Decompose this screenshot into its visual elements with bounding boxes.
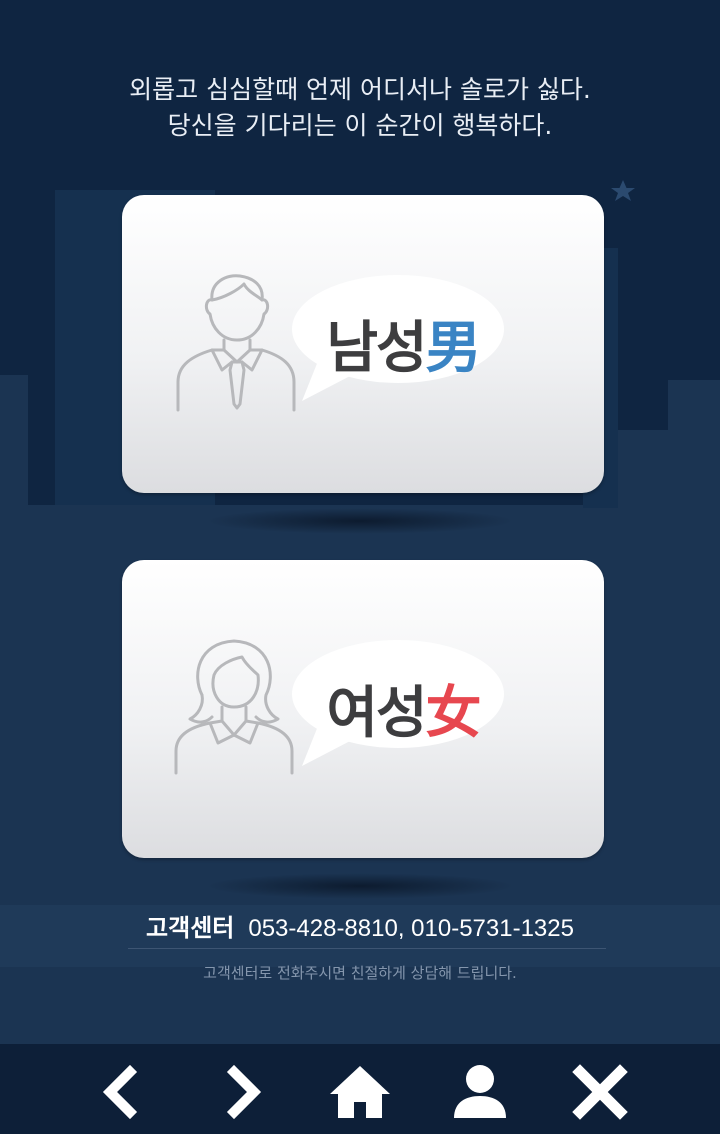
male-label-hanja: 男	[425, 316, 482, 381]
customer-center-label: 고객센터	[146, 915, 235, 942]
male-person-icon	[176, 274, 296, 412]
female-person-icon	[174, 639, 294, 775]
female-select-button[interactable]: 여성女	[122, 560, 604, 858]
customer-center-info: 고객센터 053-428-8810, 010-5731-1325	[0, 908, 720, 943]
tagline-line-2: 당신을 기다리는 이 순간이 행복하다.	[167, 111, 553, 140]
close-button[interactable]	[570, 1062, 630, 1122]
profile-button[interactable]	[450, 1062, 510, 1122]
back-button[interactable]	[92, 1062, 152, 1122]
user-icon	[454, 1065, 506, 1118]
chevron-left-icon	[102, 1064, 138, 1120]
male-label-korean: 남성	[326, 316, 427, 381]
bottom-navigation-bar	[0, 1044, 720, 1134]
female-label-korean: 여성	[326, 681, 427, 746]
male-card-shadow	[205, 508, 515, 534]
home-button[interactable]	[330, 1062, 390, 1122]
female-card-shadow	[205, 873, 515, 899]
male-label: 남성男	[310, 303, 496, 384]
home-icon	[330, 1066, 390, 1118]
customer-center-note: 고객센터로 전화주시면 친절하게 상담해 드립니다.	[203, 964, 517, 982]
tagline-line-1: 외롭고 심심할때 언제 어디서나 솔로가 싫다.	[129, 75, 591, 104]
close-icon	[572, 1064, 628, 1120]
customer-center-phones[interactable]: 053-428-8810, 010-5731-1325	[248, 915, 574, 942]
female-label: 여성女	[310, 668, 496, 749]
divider	[128, 948, 606, 949]
tagline: 외롭고 심심할때 언제 어디서나 솔로가 싫다. 당신을 기다리는 이 순간이 …	[0, 72, 720, 144]
forward-button[interactable]	[212, 1062, 272, 1122]
chevron-right-icon	[226, 1064, 262, 1120]
female-label-hanja: 女	[425, 681, 482, 746]
male-select-button[interactable]: 남성男	[122, 195, 604, 493]
